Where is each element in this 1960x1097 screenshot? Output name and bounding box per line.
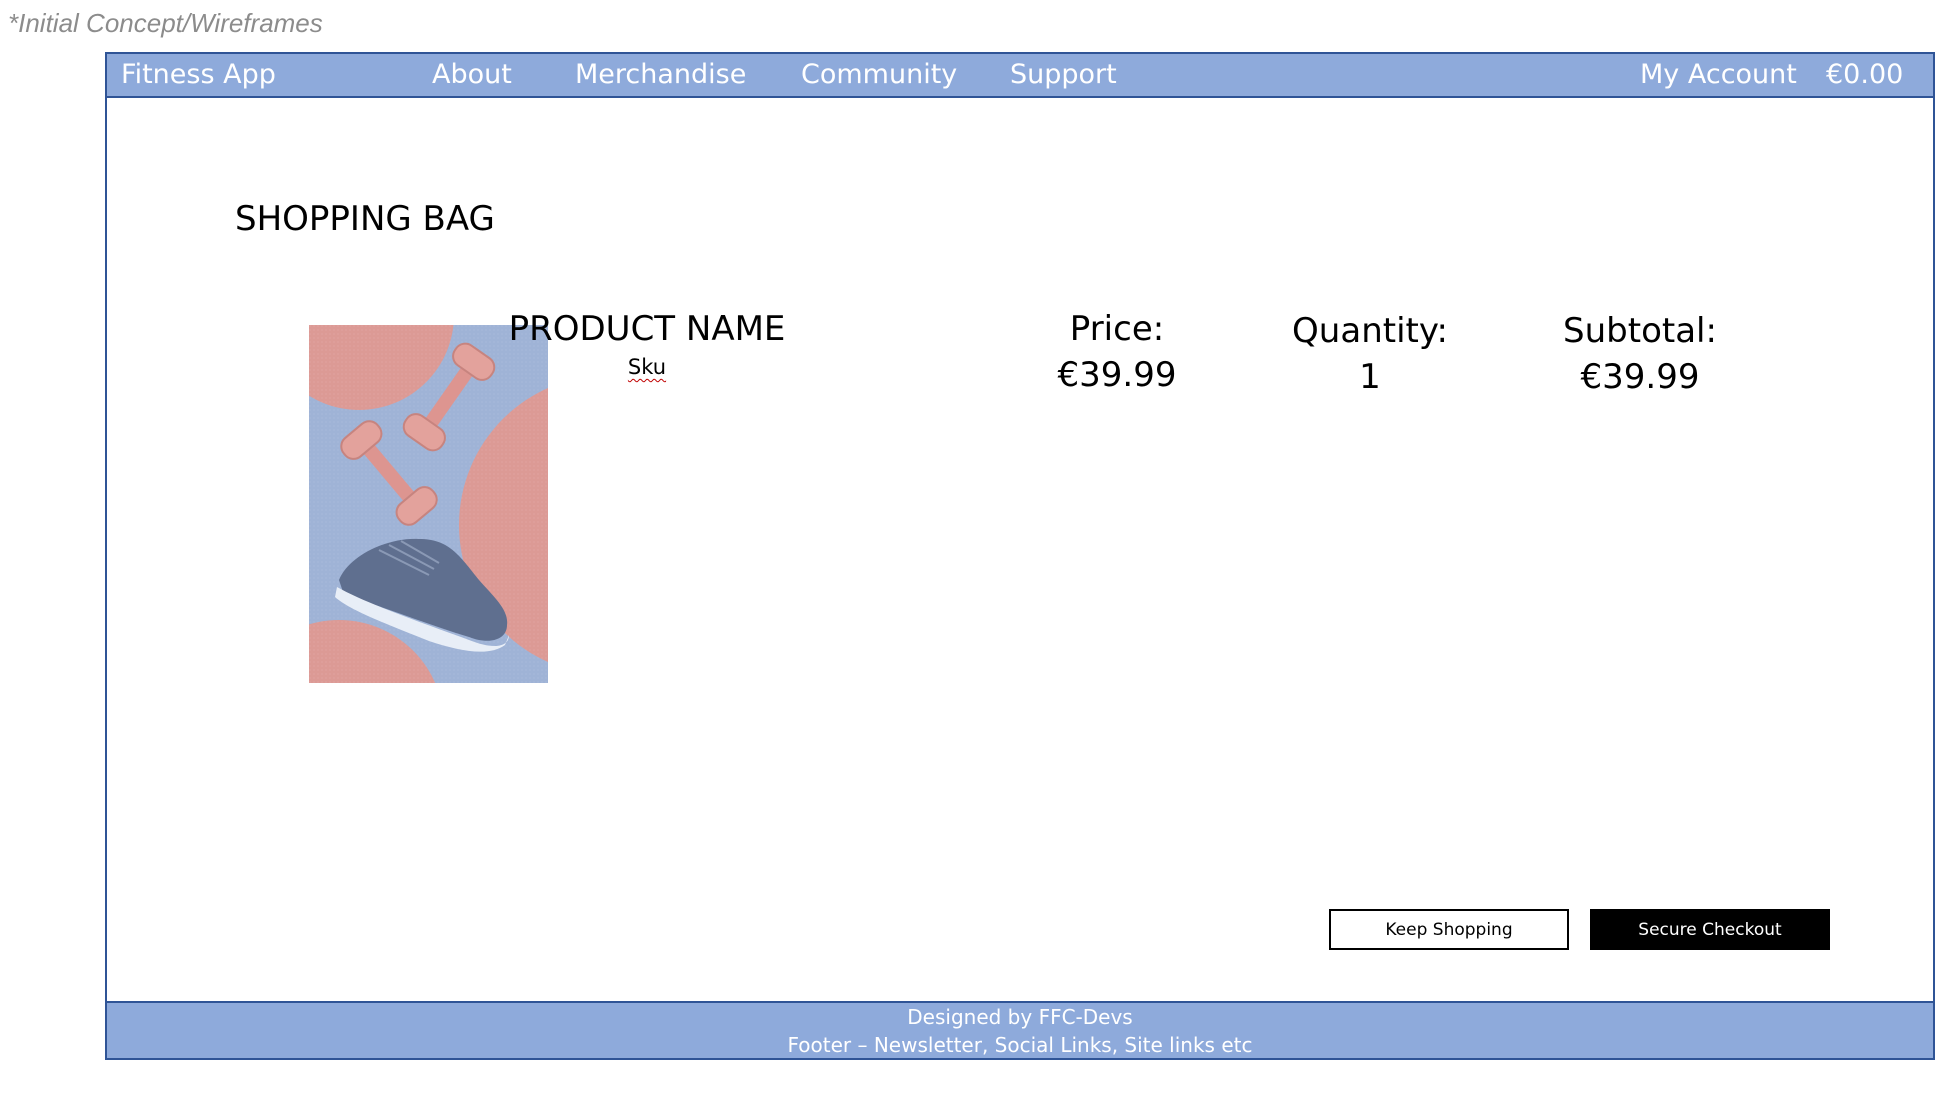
nav-item-community[interactable]: Community xyxy=(801,59,957,90)
price-column: Price: €39.99 xyxy=(1007,306,1227,398)
secure-checkout-button[interactable]: Secure Checkout xyxy=(1590,909,1830,950)
nav-item-support[interactable]: Support xyxy=(1010,59,1117,90)
nav-item-about[interactable]: About xyxy=(432,59,512,90)
quantity-label: Quantity: xyxy=(1292,311,1448,351)
subtotal-label: Subtotal: xyxy=(1563,311,1717,351)
footer-credit: Designed by FFC-Devs xyxy=(907,1005,1133,1029)
page-title: SHOPPING BAG xyxy=(235,199,495,239)
product-sku: Sku xyxy=(627,355,667,379)
price-label: Price: xyxy=(1069,309,1165,349)
page-frame: Fitness App About Merchandise Community … xyxy=(105,52,1935,1060)
subtotal-column: Subtotal: €39.99 xyxy=(1520,308,1760,400)
footer-links-note: Footer – Newsletter, Social Links, Site … xyxy=(787,1033,1253,1057)
concept-note: *Initial Concept/Wireframes xyxy=(8,8,323,38)
product-info: PRODUCT NAME Sku xyxy=(487,306,807,382)
product-name[interactable]: PRODUCT NAME xyxy=(487,306,807,352)
keep-shopping-button[interactable]: Keep Shopping xyxy=(1329,909,1569,950)
quantity-column: Quantity: 1 xyxy=(1250,308,1490,400)
quantity-value[interactable]: 1 xyxy=(1250,354,1490,400)
cart-total-link[interactable]: €0.00 xyxy=(1826,59,1903,90)
subtotal-value: €39.99 xyxy=(1580,357,1700,397)
footer: Designed by FFC-Devs Footer – Newsletter… xyxy=(107,1001,1933,1058)
price-value: €39.99 xyxy=(1057,355,1177,395)
nav-item-merchandise[interactable]: Merchandise xyxy=(575,59,746,90)
brand-link[interactable]: Fitness App xyxy=(121,59,276,90)
top-navbar: Fitness App About Merchandise Community … xyxy=(107,54,1933,98)
my-account-link[interactable]: My Account xyxy=(1640,59,1797,90)
